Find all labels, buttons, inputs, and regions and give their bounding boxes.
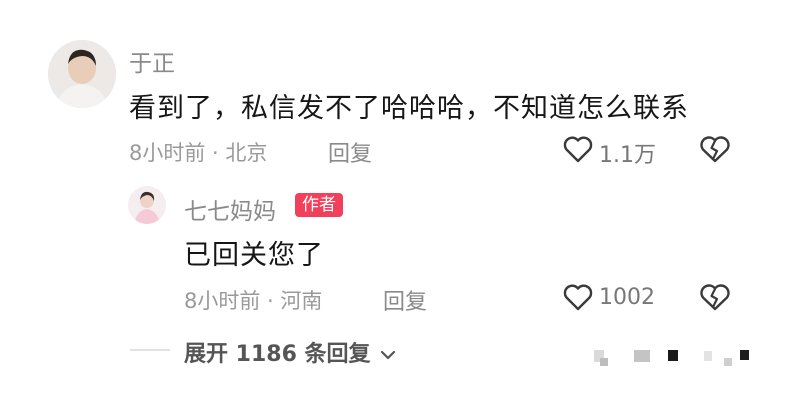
expand-replies-label: 展开 1186 条回复 xyxy=(184,342,371,367)
reply-like-count: 1002 xyxy=(599,285,655,310)
avatar-image xyxy=(48,40,116,108)
reply-button[interactable]: 回复 xyxy=(328,136,372,168)
watermark-mosaic xyxy=(592,348,762,368)
reply-avatar[interactable] xyxy=(128,186,166,224)
reply-broken-heart-icon[interactable] xyxy=(698,282,732,312)
heart-icon[interactable] xyxy=(562,134,594,164)
reply-username[interactable]: 七七妈妈 xyxy=(184,192,276,226)
chevron-down-icon xyxy=(380,349,396,361)
reply-heart-icon[interactable] xyxy=(562,282,594,312)
broken-heart-icon[interactable] xyxy=(698,134,732,164)
comment-text: 看到了，私信发不了哈哈哈，不知道怎么联系 xyxy=(129,93,689,124)
reply-avatar-image xyxy=(128,186,166,224)
reply-reply-button[interactable]: 回复 xyxy=(383,284,427,316)
divider xyxy=(130,349,170,351)
reply-meta: 8小时前 · 河南 xyxy=(184,289,323,313)
avatar[interactable] xyxy=(48,40,116,108)
author-badge: 作者 xyxy=(295,193,343,217)
like-count: 1.1万 xyxy=(599,143,656,168)
comment-meta: 8小时前 · 北京 xyxy=(129,141,268,165)
comment-username[interactable]: 于正 xyxy=(129,44,175,78)
expand-replies-button[interactable]: 展开 1186 条回复 xyxy=(184,336,396,368)
reply-text: 已回关您了 xyxy=(184,240,324,271)
